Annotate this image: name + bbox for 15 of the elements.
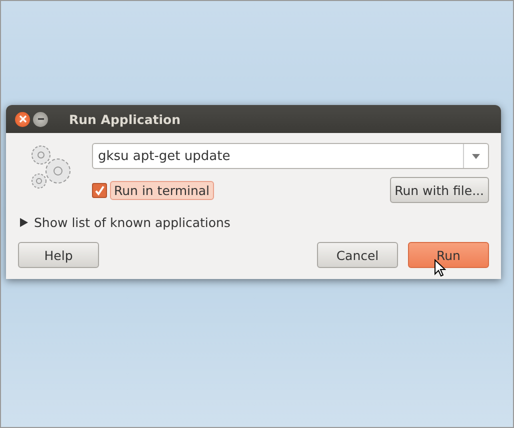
minimize-icon <box>36 115 44 123</box>
caret-icon <box>472 154 480 158</box>
cancel-button[interactable]: Cancel <box>317 242 398 268</box>
minimize-button[interactable] <box>33 112 48 126</box>
run-with-file-button[interactable]: Run with file... <box>390 177 489 203</box>
run-button[interactable]: Run <box>408 242 489 268</box>
help-button[interactable]: Help <box>18 242 99 268</box>
checkmark-icon <box>94 184 105 196</box>
close-icon <box>18 115 26 123</box>
applications-expander[interactable]: Show list of known applications <box>20 215 489 230</box>
close-button[interactable] <box>15 112 30 126</box>
command-field[interactable]: gksu apt-get update <box>92 143 489 169</box>
mouse-cursor-icon <box>434 259 446 277</box>
triangle-icon <box>20 218 28 227</box>
window-title: Run Application <box>69 112 181 126</box>
